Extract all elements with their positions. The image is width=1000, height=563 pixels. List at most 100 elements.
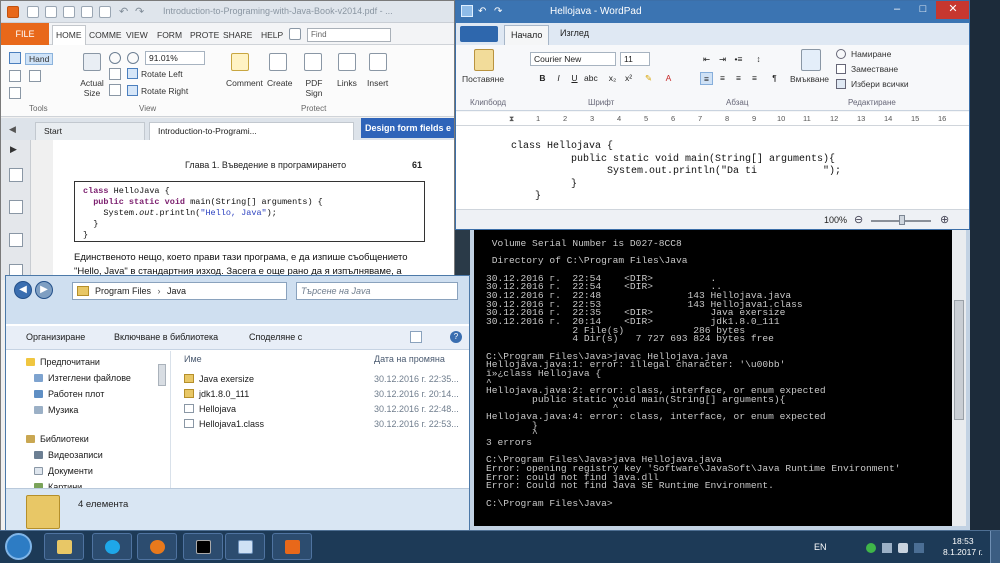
nav-videos[interactable]: Видеозаписи xyxy=(34,450,103,460)
file-tab[interactable]: FILE xyxy=(1,23,49,45)
find-input[interactable]: Find xyxy=(307,28,391,42)
save-icon[interactable] xyxy=(45,6,57,18)
tab-home[interactable]: HOME xyxy=(52,25,86,45)
align-center-icon[interactable]: ≡ xyxy=(716,72,729,85)
nav-favorites[interactable]: Предпочитани xyxy=(26,357,100,367)
create-button[interactable]: Create xyxy=(267,78,293,88)
rotate-left-button[interactable]: Rotate Left xyxy=(141,69,183,79)
tab-protect[interactable]: PROTE xyxy=(190,30,219,40)
superscript-icon[interactable]: x² xyxy=(622,72,635,85)
bold-icon[interactable]: B xyxy=(536,72,549,85)
pdf-sign-button[interactable]: PDF Sign xyxy=(301,78,327,98)
links-button[interactable]: Links xyxy=(337,78,357,88)
view-options-icon[interactable] xyxy=(410,331,422,343)
start-button[interactable] xyxy=(5,533,32,560)
breadcrumb-program-files[interactable]: Program Files xyxy=(95,286,151,296)
subscript-icon[interactable]: x₂ xyxy=(606,72,619,85)
strikethrough-icon[interactable]: abc xyxy=(584,72,598,85)
justify-icon[interactable]: ≡ xyxy=(748,72,761,85)
zoom-in-icon[interactable] xyxy=(109,52,121,64)
tab-comment[interactable]: COMME xyxy=(89,30,122,40)
tab-document[interactable]: Introduction-to-Programi... xyxy=(149,122,354,140)
font-size-select[interactable]: 11 xyxy=(620,52,650,66)
clock[interactable]: 18:53 8.1.2017 г. xyxy=(943,536,983,558)
zoom-out-icon[interactable] xyxy=(127,52,139,64)
taskbar-pdf-reader[interactable] xyxy=(272,533,312,560)
insert-button[interactable]: Insert xyxy=(367,78,388,88)
breadcrumb-java[interactable]: Java xyxy=(167,286,186,296)
tab-view[interactable]: VIEW xyxy=(126,30,148,40)
tab-share[interactable]: SHARE xyxy=(223,30,252,40)
find-button[interactable]: Намиране xyxy=(851,49,891,59)
form-fields-banner[interactable]: Design form fields e xyxy=(361,118,454,138)
wordpad-menu-button[interactable] xyxy=(460,26,498,42)
close-button[interactable]: ✕ xyxy=(936,1,969,19)
pages-icon[interactable] xyxy=(9,168,23,182)
tab-start[interactable]: Start xyxy=(35,122,145,140)
fit-width-icon[interactable] xyxy=(109,84,121,96)
ruler[interactable]: ⧗ 1 2 3 4 5 6 7 8 9 10 11 12 13 14 15 16 xyxy=(456,112,969,126)
lightbulb-icon[interactable] xyxy=(289,28,301,40)
forward-icon[interactable]: ▶ xyxy=(35,281,53,299)
column-date-modified[interactable]: Дата на промяна xyxy=(374,354,445,364)
console-scrollbar[interactable] xyxy=(952,230,966,526)
taskbar-explorer[interactable] xyxy=(44,533,84,560)
nav-desktop[interactable]: Работен плот xyxy=(34,389,104,399)
ruler-marker[interactable]: ⧗ xyxy=(509,114,514,124)
layers-icon[interactable] xyxy=(9,233,23,247)
nav-documents[interactable]: Документи xyxy=(34,466,93,476)
flag-icon[interactable] xyxy=(914,543,924,553)
rotate-right-button[interactable]: Rotate Right xyxy=(141,86,188,96)
redo-icon[interactable]: ↷ xyxy=(135,5,144,18)
zoom-slider-thumb[interactable] xyxy=(899,215,905,225)
scrollbar-thumb[interactable] xyxy=(954,300,964,420)
italic-icon[interactable]: I xyxy=(552,72,565,85)
column-name[interactable]: Име xyxy=(184,354,202,364)
insert-button[interactable]: Вмъкване xyxy=(790,74,829,84)
redo-icon[interactable]: ↷ xyxy=(494,6,502,17)
align-left-icon[interactable]: ≡ xyxy=(700,72,713,85)
nav-music[interactable]: Музика xyxy=(34,405,78,415)
replace-button[interactable]: Заместване xyxy=(851,64,898,74)
highlight-icon[interactable]: ✎ xyxy=(642,72,655,85)
zoom-select[interactable]: 91.01% xyxy=(145,51,205,65)
decrease-indent-icon[interactable]: ⇤ xyxy=(700,53,713,66)
tab-help[interactable]: HELP xyxy=(261,30,283,40)
file-row[interactable]: Java exersize xyxy=(184,374,254,384)
fit-page-icon[interactable] xyxy=(109,68,121,80)
include-in-library-button[interactable]: Включване в библиотека xyxy=(114,332,218,342)
paragraph-icon[interactable]: ¶ xyxy=(768,72,781,85)
file-row[interactable]: jdk1.8.0_111 xyxy=(184,389,249,399)
undo-icon[interactable]: ↶ xyxy=(119,5,128,18)
command-prompt-window[interactable]: Volume Serial Number is D027-8CC8 Direct… xyxy=(470,230,970,530)
minimize-button[interactable]: – xyxy=(884,1,910,19)
tab-form[interactable]: FORM xyxy=(157,30,182,40)
taskbar-firefox[interactable] xyxy=(137,533,177,560)
file-row[interactable]: Hellojava xyxy=(184,404,236,414)
undo-icon[interactable]: ↶ xyxy=(478,6,486,17)
bullets-icon[interactable]: •≡ xyxy=(732,53,745,66)
language-indicator[interactable]: EN xyxy=(814,542,827,552)
address-bar[interactable]: Program Files › Java xyxy=(72,282,287,300)
nav-libraries[interactable]: Библиотеки xyxy=(26,434,89,444)
nav-scrollbar[interactable] xyxy=(158,364,166,386)
volume-icon[interactable] xyxy=(898,543,908,553)
organize-button[interactable]: Организиране xyxy=(26,332,85,342)
actual-size-button[interactable]: Actual Size xyxy=(79,78,105,98)
increase-indent-icon[interactable]: ⇥ xyxy=(716,53,729,66)
network-icon[interactable] xyxy=(882,543,892,553)
open-icon[interactable] xyxy=(27,6,39,18)
zoom-out-icon[interactable]: ⊖ xyxy=(854,213,863,226)
nav-downloads[interactable]: Изтеглени файлове xyxy=(34,373,131,383)
share-with-button[interactable]: Споделяне с xyxy=(249,332,302,342)
select-icon[interactable] xyxy=(29,70,41,82)
comment-button[interactable]: Comment xyxy=(226,78,263,88)
select-all-button[interactable]: Избери всички xyxy=(851,79,909,89)
file-row[interactable]: Hellojava1.class xyxy=(184,419,264,429)
select-text-icon[interactable] xyxy=(9,70,21,82)
hand-tool-button[interactable]: Hand xyxy=(25,53,54,65)
wordpad-code[interactable]: class Hellojava { public static void mai… xyxy=(511,141,841,204)
taskbar-wordpad[interactable] xyxy=(225,533,265,560)
maximize-button[interactable]: □ xyxy=(910,1,936,19)
console-output[interactable]: Volume Serial Number is D027-8CC8 Direct… xyxy=(486,239,901,508)
